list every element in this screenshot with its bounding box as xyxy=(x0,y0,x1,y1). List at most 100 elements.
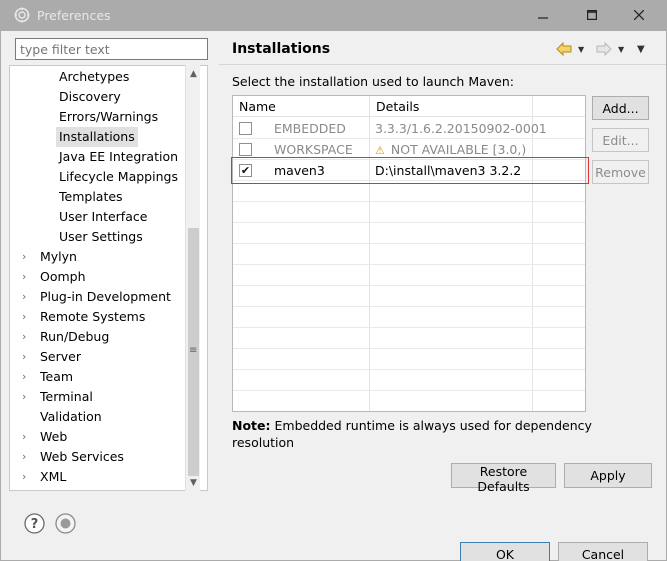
tree-item-team[interactable]: › Team xyxy=(10,367,192,387)
table-row-empty xyxy=(233,244,585,265)
table-row-empty xyxy=(233,349,585,370)
chevron-right-icon[interactable]: › xyxy=(22,467,26,487)
view-menu[interactable]: ▼ xyxy=(637,41,645,57)
table-row-empty xyxy=(233,328,585,349)
tree-item-web-services[interactable]: › Web Services xyxy=(10,447,192,467)
scroll-down-icon[interactable]: ▼ xyxy=(186,475,201,490)
back-navigation[interactable]: ▼ xyxy=(556,41,584,57)
tree-item-discovery[interactable]: Discovery xyxy=(10,87,192,107)
tree-item-server[interactable]: › Server xyxy=(10,347,192,367)
tree-item-mylyn[interactable]: › Mylyn xyxy=(10,247,192,267)
chevron-right-icon[interactable]: › xyxy=(22,367,26,387)
tree-item-label: Validation xyxy=(40,409,102,424)
row-checkbox[interactable]: ✔ xyxy=(239,164,252,177)
table-row-empty xyxy=(233,391,585,411)
tree-item-oomph[interactable]: › Oomph xyxy=(10,267,192,287)
tree-item-xml[interactable]: › XML xyxy=(10,467,192,487)
note-text: Note: Embedded runtime is always used fo… xyxy=(232,417,592,451)
close-button[interactable] xyxy=(617,2,661,28)
tree-item-lifecycle-mappings[interactable]: Lifecycle Mappings xyxy=(10,167,192,187)
tree-item-errors-warnings[interactable]: Errors/Warnings xyxy=(10,107,192,127)
tree-item-web[interactable]: › Web xyxy=(10,427,192,447)
tree-item-java-ee-integration[interactable]: Java EE Integration xyxy=(10,147,192,167)
chevron-right-icon[interactable]: › xyxy=(22,347,26,367)
tree-item-archetypes[interactable]: Archetypes xyxy=(10,67,192,87)
column-header-name[interactable]: Name xyxy=(233,96,276,117)
cell-name: EMBEDDED xyxy=(274,121,346,136)
chevron-right-icon[interactable]: › xyxy=(22,307,26,327)
table-row-empty xyxy=(233,370,585,391)
table-row-maven3[interactable]: ✔ maven3 D:\install\maven3 3.2.2 xyxy=(233,160,585,181)
tree-item-validation[interactable]: Validation xyxy=(10,407,192,427)
tree-item-label: Run/Debug xyxy=(40,329,110,344)
tree-item-run-debug[interactable]: › Run/Debug xyxy=(10,327,192,347)
edit-button[interactable]: Edit... xyxy=(592,128,649,152)
preferences-window: Preferences Archetypes Discovery Errors/… xyxy=(0,0,667,561)
dialog-client-area: Archetypes Discovery Errors/Warnings Ins… xyxy=(1,31,666,561)
maximize-button[interactable] xyxy=(570,2,614,28)
tree-item-label: Plug-in Development xyxy=(40,289,171,304)
row-checkbox[interactable] xyxy=(239,143,252,156)
preference-tree: Archetypes Discovery Errors/Warnings Ins… xyxy=(9,65,208,491)
tree-scrollbar[interactable]: ▲ ≡ ▼ xyxy=(185,65,200,491)
minimize-icon xyxy=(538,17,548,19)
remove-button[interactable]: Remove xyxy=(592,160,649,184)
table-row-empty xyxy=(233,202,585,223)
column-header-details[interactable]: Details xyxy=(370,96,419,117)
cell-details: NOT AVAILABLE [3.0,) xyxy=(390,142,527,157)
tree-item-remote-systems[interactable]: › Remote Systems xyxy=(10,307,192,327)
tree-item-label: Mylyn xyxy=(40,249,77,264)
installations-table: Name Details EMBEDDED 3.3.3/1.6.2.201509… xyxy=(232,95,586,412)
cell-details: D:\install\maven3 3.2.2 xyxy=(375,163,522,178)
tree-item-plugin-development[interactable]: › Plug-in Development xyxy=(10,287,192,307)
forward-navigation[interactable]: ▼ xyxy=(596,41,624,57)
table-row-workspace[interactable]: WORKSPACE ⚠ NOT AVAILABLE [3.0,) xyxy=(233,139,585,161)
tree-item-label: User Settings xyxy=(59,229,143,244)
filter-input[interactable] xyxy=(15,38,208,60)
eclipse-app-icon xyxy=(14,7,30,23)
tree-item-user-interface[interactable]: User Interface xyxy=(10,207,192,227)
tree-item-terminal[interactable]: › Terminal xyxy=(10,387,192,407)
restore-defaults-button[interactable]: Restore Defaults xyxy=(451,463,556,494)
tree-item-templates[interactable]: Templates xyxy=(10,187,192,207)
title-bar[interactable]: Preferences xyxy=(0,0,667,31)
tree-item-installations[interactable]: Installations xyxy=(10,127,192,147)
table-row-embedded[interactable]: EMBEDDED 3.3.3/1.6.2.20150902-0001 xyxy=(233,118,585,139)
chevron-right-icon[interactable]: › xyxy=(22,327,26,347)
tree-item-user-settings[interactable]: User Settings xyxy=(10,227,192,247)
tree-item-label: Java EE Integration xyxy=(59,149,179,164)
view-menu-icon[interactable]: ▼ xyxy=(637,44,645,55)
cell-details: 3.3.3/1.6.2.20150902-0001 xyxy=(375,121,547,136)
row-checkbox[interactable] xyxy=(239,122,252,135)
tree-item-label: Lifecycle Mappings xyxy=(59,169,178,184)
tree-item-label: Discovery xyxy=(59,89,121,104)
panel-divider[interactable] xyxy=(209,31,218,491)
ok-button[interactable]: OK xyxy=(460,542,550,561)
chevron-down-icon[interactable]: ▼ xyxy=(618,45,624,54)
tree-item-label: XML xyxy=(40,469,67,484)
record-macro-icon[interactable] xyxy=(55,513,76,534)
forward-arrow-icon[interactable] xyxy=(596,42,612,56)
svg-text:?: ? xyxy=(31,517,39,532)
add-button[interactable]: Add... xyxy=(592,96,649,120)
grip-icon: ≡ xyxy=(189,345,198,356)
minimize-button[interactable] xyxy=(521,2,565,28)
cell-name: WORKSPACE xyxy=(274,142,353,157)
cell-details-wrapper: ⚠ NOT AVAILABLE [3.0,) xyxy=(375,139,526,161)
chevron-right-icon[interactable]: › xyxy=(22,267,26,287)
note-label: Note: xyxy=(232,418,271,433)
chevron-right-icon[interactable]: › xyxy=(22,447,26,467)
cancel-button[interactable]: Cancel xyxy=(558,542,648,561)
chevron-right-icon[interactable]: › xyxy=(22,387,26,407)
chevron-right-icon[interactable]: › xyxy=(22,427,26,447)
chevron-right-icon[interactable]: › xyxy=(22,287,26,307)
tree-item-label: Templates xyxy=(59,189,123,204)
back-arrow-icon[interactable] xyxy=(556,42,572,56)
apply-button[interactable]: Apply xyxy=(564,463,652,488)
help-icon[interactable]: ? xyxy=(24,513,45,534)
chevron-right-icon[interactable]: › xyxy=(22,247,26,267)
note-body: Embedded runtime is always used for depe… xyxy=(232,418,592,450)
tree-item-label: Errors/Warnings xyxy=(59,109,159,124)
scroll-up-icon[interactable]: ▲ xyxy=(186,66,201,81)
chevron-down-icon[interactable]: ▼ xyxy=(578,45,584,54)
